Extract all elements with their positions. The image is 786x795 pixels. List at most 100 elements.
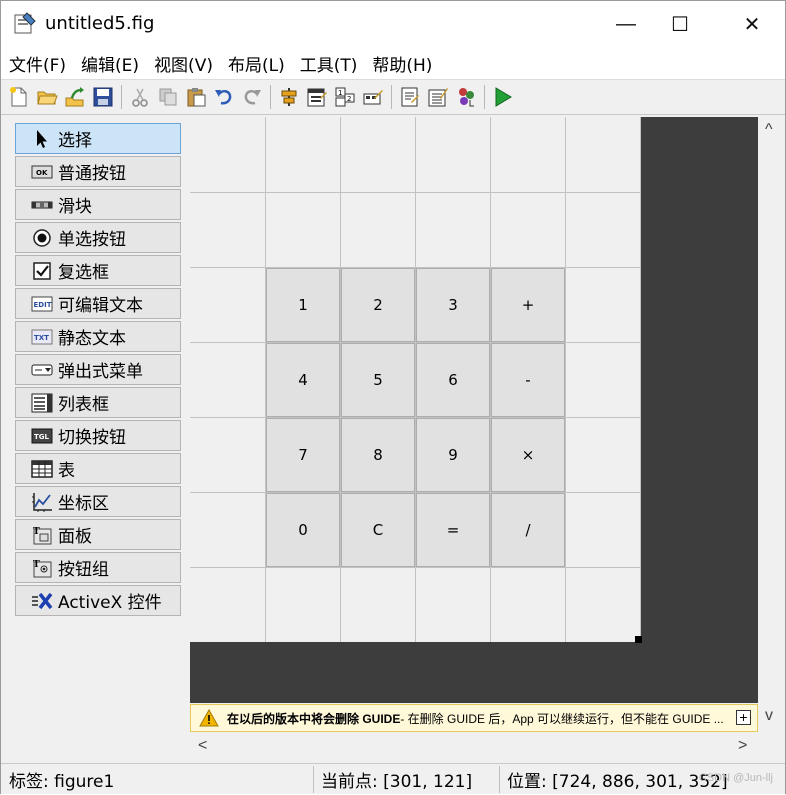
run-icon [495,87,512,107]
figure-canvas[interactable]: 1 2 3 + 4 5 6 - 7 8 9 × 0 C = / [190,117,641,642]
calc-button-1[interactable]: 1 [266,268,340,342]
checkbox-icon [33,261,51,280]
calc-button-4[interactable]: 4 [266,343,340,417]
palette-checkbox[interactable]: 复选框 [15,255,181,286]
cut-icon [132,88,148,107]
align-objects-button[interactable] [275,83,303,111]
palette-static-text[interactable]: TXT 静态文本 [15,321,181,352]
palette-label: 普通按钮 [58,164,126,184]
cut-button[interactable] [126,83,154,111]
property-inspector-button[interactable] [424,83,452,111]
status-current-point: 当前点: [301, 121] [321,772,473,792]
menu-editor-button[interactable] [303,83,331,111]
palette-select[interactable]: 选择 [15,123,181,154]
calc-button-8[interactable]: 8 [341,418,415,492]
radio-button-icon [33,228,51,247]
run-button[interactable] [489,83,517,111]
menu-layout[interactable]: 布局(L) [228,51,285,76]
menu-help[interactable]: 帮助(H) [372,51,432,76]
palette-label: 切换按钮 [58,428,126,448]
palette-toggle-button[interactable]: TGL 切换按钮 [15,420,181,451]
table-icon [31,459,53,478]
close-icon: ✕ [743,13,761,36]
property-inspector-icon [428,88,448,107]
figure-resize-handle[interactable] [635,636,642,643]
menu-tools[interactable]: 工具(T) [300,51,358,76]
calc-button-3[interactable]: 3 [416,268,490,342]
window-title: untitled5.fig [45,13,155,34]
svg-text:T: T [33,527,40,537]
palette-push-button[interactable]: OK 普通按钮 [15,156,181,187]
svg-text:1: 1 [338,89,342,97]
palette-activex[interactable]: ActiveX 控件 [15,585,181,616]
save-button[interactable] [89,83,117,111]
component-palette: 选择 OK 普通按钮 滑块 单选按钮 复选框 EDIT 可编辑文本 TXT 静态… [15,123,181,618]
palette-button-group[interactable]: T 按钮组 [15,552,181,583]
copy-button[interactable] [154,83,182,111]
svg-text:EDIT: EDIT [34,301,52,309]
calc-button-multiply[interactable]: × [491,418,565,492]
svg-text:OK: OK [36,169,48,177]
calc-button-clear[interactable]: C [341,493,415,567]
palette-label: 面板 [58,527,92,547]
palette-table[interactable]: 表 [15,453,181,484]
scroll-right-icon[interactable]: > [738,737,747,755]
scroll-left-icon[interactable]: < [198,737,207,755]
expand-warning-button[interactable]: + [736,710,751,725]
minimize-button[interactable]: — [603,1,649,47]
edit-text-icon: EDIT [31,296,53,311]
vertical-scrollbar[interactable]: ^ v [758,117,785,733]
palette-label: ActiveX 控件 [58,593,162,613]
palette-radio-button[interactable]: 单选按钮 [15,222,181,253]
calc-button-plus[interactable]: + [491,268,565,342]
calc-button-divide[interactable]: / [491,493,565,567]
palette-label: 静态文本 [58,329,126,349]
axes-icon [32,492,52,512]
calc-button-6[interactable]: 6 [416,343,490,417]
palette-slider[interactable]: 滑块 [15,189,181,220]
push-button-icon: OK [31,165,53,178]
maximize-button[interactable]: ☐ [657,1,703,47]
palette-label: 按钮组 [58,560,109,580]
object-browser-button[interactable] [452,83,480,111]
new-file-button[interactable] [5,83,33,111]
palette-label: 单选按钮 [58,230,126,250]
calc-button-equals[interactable]: = [416,493,490,567]
menu-edit[interactable]: 编辑(E) [81,51,139,76]
close-button[interactable]: ✕ [729,1,775,47]
menu-file[interactable]: 文件(F) [9,51,66,76]
calc-button-0[interactable]: 0 [266,493,340,567]
calc-button-9[interactable]: 9 [416,418,490,492]
redo-button[interactable] [238,83,266,111]
palette-listbox[interactable]: 列表框 [15,387,181,418]
palette-label: 滑块 [58,197,92,217]
toolbar-editor-button[interactable] [359,83,387,111]
palette-popup-menu[interactable]: 弹出式菜单 [15,354,181,385]
menu-view[interactable]: 视图(V) [154,51,213,76]
undo-button[interactable] [210,83,238,111]
calc-button-2[interactable]: 2 [341,268,415,342]
paste-icon [187,88,206,107]
scroll-up-icon[interactable]: ^ [765,121,773,139]
fig-file-icon [14,12,36,34]
export-button[interactable] [61,83,89,111]
palette-panel[interactable]: T 面板 [15,519,181,550]
calc-button-5[interactable]: 5 [341,343,415,417]
scroll-down-icon[interactable]: v [765,707,773,725]
palette-axes[interactable]: 坐标区 [15,486,181,517]
grid-line [640,117,641,642]
paste-button[interactable] [182,83,210,111]
layout-area[interactable]: 1 2 3 + 4 5 6 - 7 8 9 × 0 C = / [190,117,758,703]
button-group-icon: T [33,560,52,577]
grid-line [565,117,566,642]
editor-button[interactable] [396,83,424,111]
calc-button-minus[interactable]: - [491,343,565,417]
open-folder-icon [37,91,58,105]
toggle-button-icon: TGL [31,428,53,443]
tab-order-button[interactable]: 12 [331,83,359,111]
horizontal-scrollbar[interactable]: < > [190,733,758,761]
svg-text:T: T [33,560,40,570]
palette-edit-text[interactable]: EDIT 可编辑文本 [15,288,181,319]
calc-button-7[interactable]: 7 [266,418,340,492]
open-button[interactable] [33,83,61,111]
